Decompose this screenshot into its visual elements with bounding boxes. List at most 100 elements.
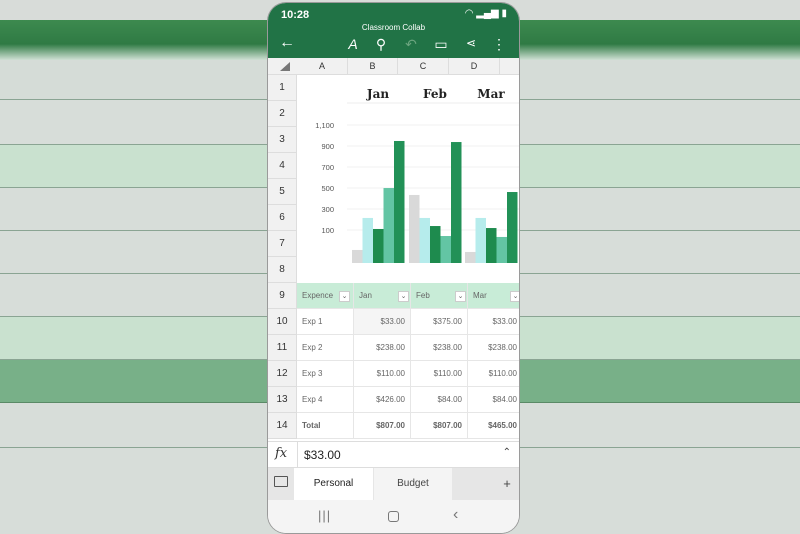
row-header-3[interactable]: 3 xyxy=(268,127,297,153)
bar-feb-s2[interactable] xyxy=(420,218,431,263)
bar-jan-s2[interactable] xyxy=(363,218,374,263)
value-cell[interactable]: $807.00 xyxy=(354,413,411,439)
bar-jan-s4[interactable] xyxy=(384,188,395,263)
filter-dropdown-icon[interactable]: ⌄ xyxy=(339,291,350,302)
header-label: Jan xyxy=(359,291,372,300)
row-header-8[interactable]: 8 xyxy=(268,257,297,283)
value-cell[interactable]: $84.00 xyxy=(411,387,468,413)
row-header-13[interactable]: 13 xyxy=(268,387,297,413)
row-header-12[interactable]: 12 xyxy=(268,361,297,387)
category-label: Feb xyxy=(423,87,447,101)
table-row: Total$807.00$807.00$465.00 xyxy=(297,413,519,439)
column-header-d[interactable]: D xyxy=(449,58,500,75)
bar-jan-s1[interactable] xyxy=(352,250,363,263)
value-cell[interactable]: $238.00 xyxy=(468,335,519,361)
header-cell[interactable]: Jan ⌄ xyxy=(354,283,411,309)
undo-icon[interactable]: ↶ xyxy=(401,36,421,53)
filter-dropdown-icon[interactable]: ⌄ xyxy=(455,291,466,302)
bar-mar-s5[interactable] xyxy=(507,192,518,263)
more-options-icon[interactable]: ⋮ xyxy=(489,36,509,53)
row-header-11[interactable]: 11 xyxy=(268,335,297,361)
row-header-5[interactable]: 5 xyxy=(268,179,297,205)
value-cell[interactable]: $426.00 xyxy=(354,387,411,413)
header-cell[interactable]: Mar ⌄ xyxy=(468,283,519,309)
bar-chart[interactable]: 1,100900700500300100JanFebMar xyxy=(297,75,519,283)
sheet-view-icon[interactable] xyxy=(274,476,288,487)
column-header-c[interactable]: C xyxy=(398,58,449,75)
row-header-6[interactable]: 6 xyxy=(268,205,297,231)
bar-jan-s5[interactable] xyxy=(394,141,405,263)
value-cell[interactable]: $375.00 xyxy=(411,309,468,335)
y-tick-label: 500 xyxy=(321,184,334,193)
comment-icon[interactable]: ▭ xyxy=(431,36,451,53)
row-label-cell[interactable]: Exp 4 xyxy=(297,387,354,413)
share-icon[interactable]: ⋖ xyxy=(461,36,481,50)
formula-input[interactable]: $33.00 xyxy=(304,448,341,462)
bar-mar-s1[interactable] xyxy=(465,252,476,263)
sheet-tabs: Personal Budget + xyxy=(268,468,519,500)
row-header-7[interactable]: 7 xyxy=(268,231,297,257)
y-tick-label: 700 xyxy=(321,163,334,172)
row-label-cell[interactable]: Exp 3 xyxy=(297,361,354,387)
filter-dropdown-icon[interactable]: ⌄ xyxy=(510,291,519,302)
tab-personal[interactable]: Personal xyxy=(294,468,373,500)
tab-budget[interactable]: Budget xyxy=(374,468,452,500)
y-tick-label: 300 xyxy=(321,205,334,214)
bar-jan-s3[interactable] xyxy=(373,229,384,263)
bar-feb-s1[interactable] xyxy=(409,195,420,263)
header-label: Feb xyxy=(416,291,430,300)
row-header-10[interactable]: 10 xyxy=(268,309,297,335)
row-label-cell[interactable]: Exp 1 xyxy=(297,309,354,335)
bar-feb-s3[interactable] xyxy=(430,226,441,263)
row-header-14[interactable]: 14 xyxy=(268,413,297,439)
text-format-icon[interactable]: A xyxy=(343,36,363,52)
header-label: Mar xyxy=(473,291,487,300)
row-header-9[interactable]: 9 xyxy=(268,283,297,309)
back-nav-icon[interactable]: ‹ xyxy=(453,506,458,524)
select-all-corner[interactable] xyxy=(280,62,290,71)
phone-screen: 10:28 ◠ ▂▄▆ ▮ Classroom Collab ← A ⚲ ↶ ▭… xyxy=(268,3,519,533)
back-arrow-icon[interactable]: ← xyxy=(277,34,297,52)
table-header-row: Expence ⌄ Jan ⌄ Feb ⌄ Mar ⌄ xyxy=(297,283,519,309)
y-tick-label: 100 xyxy=(321,226,334,235)
column-header-b[interactable]: B xyxy=(348,58,398,75)
value-cell[interactable]: $110.00 xyxy=(468,361,519,387)
header-cell[interactable]: Expence ⌄ xyxy=(297,283,354,309)
column-header-a[interactable]: A xyxy=(297,58,348,75)
recent-apps-icon[interactable]: ||| xyxy=(318,508,331,523)
signal-icon: ▂▄▆ xyxy=(476,8,498,19)
row-header-4[interactable]: 4 xyxy=(268,153,297,179)
add-sheet-button[interactable]: + xyxy=(498,468,516,500)
row-header-1[interactable]: 1 xyxy=(268,75,297,101)
expand-chevron-icon[interactable]: ⌃ xyxy=(503,447,511,458)
value-cell[interactable]: $84.00 xyxy=(468,387,519,413)
bar-feb-s5[interactable] xyxy=(451,142,462,263)
row-label-cell[interactable]: Total xyxy=(297,413,354,439)
home-icon[interactable] xyxy=(388,511,399,522)
value-cell[interactable]: $238.00 xyxy=(354,335,411,361)
table-row: Exp 3$110.00$110.00$110.00 xyxy=(297,361,519,387)
bar-mar-s2[interactable] xyxy=(476,218,487,263)
value-cell[interactable]: $110.00 xyxy=(354,361,411,387)
table-row: Exp 2$238.00$238.00$238.00 xyxy=(297,335,519,361)
formula-bar: fx $33.00 ⌃ xyxy=(268,441,519,468)
bar-mar-s3[interactable] xyxy=(486,228,497,263)
header-label: Expence xyxy=(302,291,333,300)
value-cell[interactable]: $33.00 xyxy=(468,309,519,335)
value-cell[interactable]: $238.00 xyxy=(411,335,468,361)
bar-feb-s4[interactable] xyxy=(441,236,452,263)
document-title: Classroom Collab xyxy=(268,23,519,32)
value-cell[interactable]: $465.00 xyxy=(468,413,519,439)
search-icon[interactable]: ⚲ xyxy=(371,36,391,53)
row-header-2[interactable]: 2 xyxy=(268,101,297,127)
bar-mar-s4[interactable] xyxy=(497,237,508,263)
value-cell[interactable]: $807.00 xyxy=(411,413,468,439)
row-label-cell[interactable]: Exp 2 xyxy=(297,335,354,361)
app-header: 10:28 ◠ ▂▄▆ ▮ Classroom Collab ← A ⚲ ↶ ▭… xyxy=(268,3,519,58)
filter-dropdown-icon[interactable]: ⌄ xyxy=(398,291,409,302)
value-cell[interactable]: $33.00 xyxy=(354,309,411,335)
header-cell[interactable]: Feb ⌄ xyxy=(411,283,468,309)
value-cell[interactable]: $110.00 xyxy=(411,361,468,387)
android-nav-bar: ||| ‹ xyxy=(268,500,519,533)
category-label: Jan xyxy=(366,87,389,101)
